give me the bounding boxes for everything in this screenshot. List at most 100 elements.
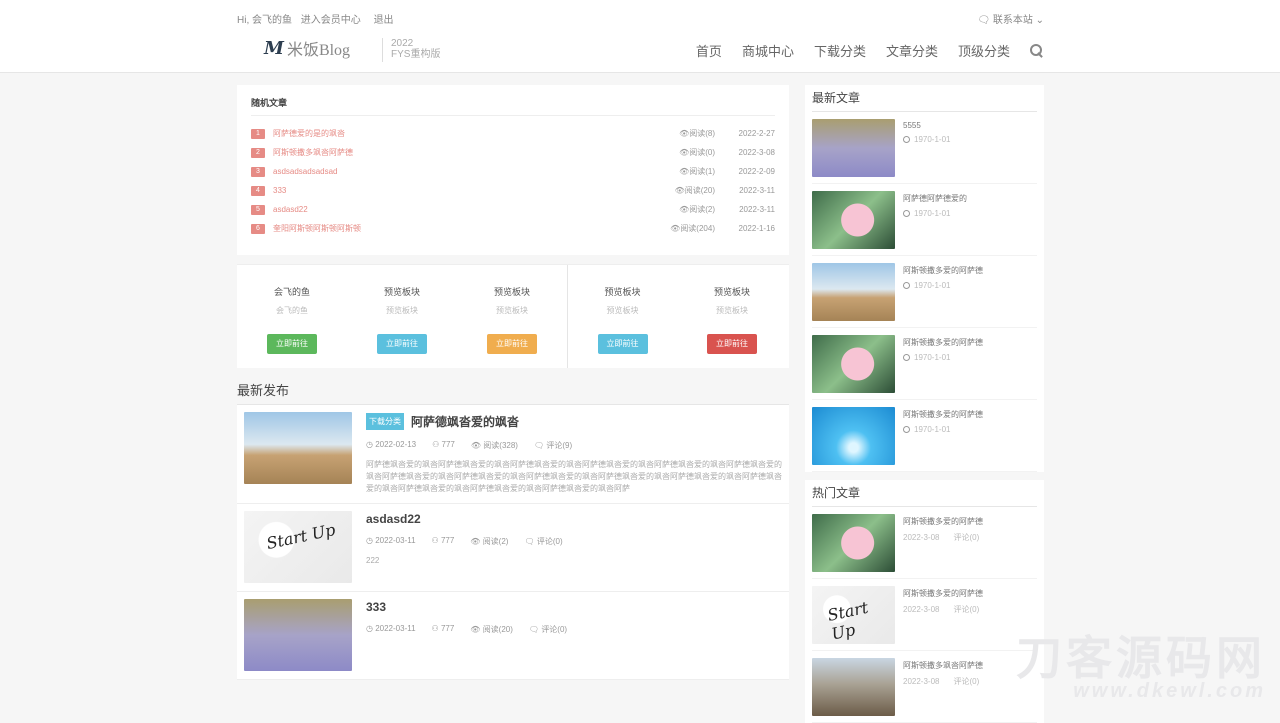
logout-link[interactable]: 退出 — [374, 15, 394, 26]
greeting-text: Hi, 会飞的鱼 — [237, 15, 292, 26]
article-date: 2022-3-08 — [723, 148, 775, 157]
random-article-row[interactable]: 6奎阳阿斯顿阿斯顿阿斯顿👁阅读(204)2022-1-16 — [251, 219, 775, 238]
chevron-down-icon: ⌄ — [1036, 15, 1044, 26]
sidebar-item-body: 阿斯顿撒多爱的阿萨德1970-1-01 — [903, 263, 983, 320]
sidebar-item-body: 阿斯顿撒多爱的阿萨德1970-1-01 — [903, 335, 983, 392]
logo-text: 米饭Blog — [287, 36, 350, 60]
view-count: 👁阅读(8) — [629, 128, 715, 139]
sidebar-thumbnail[interactable] — [812, 191, 895, 249]
comment-icon: 🗨 — [529, 625, 541, 634]
post-title[interactable]: 333 — [366, 600, 782, 614]
sidebar-item-title[interactable]: 阿斯顿撒多爱的阿萨德 — [903, 337, 983, 348]
random-article-row[interactable]: 3asdsadsadsadsad👁阅读(1)2022-2-09 — [251, 162, 775, 181]
sidebar-thumbnail[interactable] — [812, 335, 895, 393]
nav-mall[interactable]: 商城中心 — [742, 41, 794, 60]
go-button[interactable]: 立即前往 — [487, 334, 537, 354]
sidebar-item-title[interactable]: 阿斯顿撒多爱的阿萨德 — [903, 588, 983, 599]
go-button[interactable]: 立即前往 — [598, 334, 648, 354]
feature-block-subtitle: 会飞的鱼 — [237, 305, 347, 316]
post-title-text[interactable]: 阿萨德飒沓爱的飒沓 — [411, 413, 519, 430]
random-article-title[interactable]: 阿斯顿撒多飒沓阿萨德 — [273, 147, 629, 158]
go-button[interactable]: 立即前往 — [707, 334, 757, 354]
post-title-text[interactable]: asdasd22 — [366, 512, 421, 526]
article-date: 2022-1-16 — [723, 224, 775, 233]
nav-download[interactable]: 下载分类 — [814, 41, 866, 60]
view-count: 👁阅读(0) — [629, 147, 715, 158]
random-article-row[interactable]: 5asdasd22👁阅读(2)2022-3-11 — [251, 200, 775, 219]
sidebar-thumbnail[interactable] — [812, 407, 895, 465]
post-title-text[interactable]: 333 — [366, 600, 386, 614]
feature-block-title: 预览板块 — [677, 285, 787, 298]
user-icon: ⚇ — [432, 624, 441, 633]
sidebar-item[interactable]: 阿斯顿撒多爱的阿萨德1970-1-01 — [812, 328, 1037, 400]
sidebar-item[interactable]: 阿斯顿撒多爱的阿萨德1970-1-01 — [812, 256, 1037, 328]
feature-block: 预览板块预览板块立即前往 — [677, 265, 787, 368]
post-meta: ◷ 2022-03-11⚇ 777👁 阅读(2)🗨 评论(0) — [366, 536, 782, 547]
sidebar-item[interactable]: 阿萨德阿萨德爱的 1970-1-01 — [812, 184, 1037, 256]
post-thumbnail[interactable] — [244, 599, 352, 671]
random-article-row[interactable]: 2阿斯顿撒多飒沓阿萨德👁阅读(0)2022-3-08 — [251, 143, 775, 162]
feature-blocks: 会飞的鱼会飞的鱼立即前往预览板块预览板块立即前往预览板块预览板块立即前往预览板块… — [237, 264, 789, 368]
site-logo[interactable]: M 米饭Blog — [264, 36, 350, 60]
post-meta: ◷ 2022-03-11⚇ 777👁 阅读(20)🗨 评论(0) — [366, 624, 782, 635]
view-count: 👁阅读(1) — [629, 166, 715, 177]
sidebar-item[interactable]: 阿斯顿撒多爱的阿萨德2022-3-08评论(0) — [812, 507, 1037, 579]
random-article-title[interactable]: 奎阳阿斯顿阿斯顿阿斯顿 — [273, 223, 629, 234]
category-tag[interactable]: 下载分类 — [366, 413, 404, 430]
eye-icon: 👁 — [679, 205, 689, 214]
nav-article[interactable]: 文章分类 — [886, 41, 938, 60]
sidebar: 最新文章 55551970-1-01阿萨德阿萨德爱的1970-1-01阿斯顿撒多… — [805, 85, 1044, 723]
sidebar-thumbnail[interactable] — [812, 514, 895, 572]
random-article-title[interactable]: 333 — [273, 186, 629, 195]
eye-icon: 👁 — [470, 537, 482, 546]
post-views: 👁 阅读(328) — [471, 440, 518, 451]
sidebar-item-comments: 评论(0) — [953, 676, 979, 687]
search-icon[interactable] — [1030, 44, 1044, 58]
sidebar-item-meta: 1970-1-01 — [903, 209, 967, 218]
random-article-title[interactable]: asdsadsadsadsad — [273, 167, 629, 176]
sidebar-item[interactable]: 5555 1970-1-01 — [812, 112, 1037, 184]
go-button[interactable]: 立即前往 — [377, 334, 427, 354]
sidebar-item-title[interactable]: 阿斯顿撒多飒沓阿萨德 — [903, 660, 983, 671]
clock-icon: ◷ — [366, 536, 375, 545]
sidebar-thumbnail[interactable] — [812, 119, 895, 177]
sidebar-item-title[interactable]: 阿斯顿撒多爱的阿萨德 — [903, 265, 983, 276]
view-count: 👁阅读(204) — [629, 223, 715, 234]
sidebar-hot: 热门文章 阿斯顿撒多爱的阿萨德2022-3-08评论(0)阿斯顿撒多爱的阿萨德2… — [805, 480, 1044, 723]
sidebar-item-body: 阿斯顿撒多爱的阿萨德 2022-3-08评论(0) — [903, 586, 983, 643]
post-title[interactable]: 下载分类阿萨德飒沓爱的飒沓 — [366, 413, 782, 430]
sidebar-item-title[interactable]: 5555 — [903, 121, 950, 130]
post-thumbnail[interactable] — [244, 511, 352, 583]
contact-label: 联系本站 — [993, 15, 1033, 26]
sidebar-item-comments: 评论(0) — [953, 532, 979, 543]
article-date: 2022-3-11 — [723, 205, 775, 214]
sidebar-item-title[interactable]: 阿萨德阿萨德爱的 — [903, 193, 967, 204]
feature-block-title: 预览板块 — [347, 285, 457, 298]
sidebar-thumbnail[interactable] — [812, 263, 895, 321]
random-articles-panel: 随机文章 1阿萨德爱的是的飒沓👁阅读(8)2022-2-272阿斯顿撒多飒沓阿萨… — [237, 85, 789, 255]
go-button[interactable]: 立即前往 — [267, 334, 317, 354]
sidebar-thumbnail[interactable] — [812, 586, 895, 644]
post-title[interactable]: asdasd22 — [366, 512, 782, 526]
member-center-link[interactable]: 进入会员中心 — [301, 15, 361, 26]
sidebar-item-meta: 1970-1-01 — [903, 135, 950, 144]
random-article-row[interactable]: 4333👁阅读(20)2022-3-11 — [251, 181, 775, 200]
nav-home[interactable]: 首页 — [696, 41, 722, 60]
sidebar-item-meta: 2022-3-08评论(0) — [903, 604, 983, 615]
sidebar-item-body: 阿斯顿撒多爱的阿萨德2022-3-08评论(0) — [903, 514, 983, 571]
view-count: 👁阅读(20) — [629, 185, 715, 196]
random-article-title[interactable]: asdasd22 — [273, 205, 629, 214]
sidebar-item-title[interactable]: 阿斯顿撒多爱的阿萨德 — [903, 409, 983, 420]
sidebar-item[interactable]: 阿斯顿撒多飒沓阿萨德2022-3-08评论(0) — [812, 651, 1037, 723]
sidebar-item[interactable]: 阿斯顿撒多爱的阿萨德1970-1-01 — [812, 400, 1037, 472]
sidebar-item[interactable]: 阿斯顿撒多爱的阿萨德 2022-3-08评论(0) — [812, 579, 1037, 651]
random-article-row[interactable]: 1阿萨德爱的是的飒沓👁阅读(8)2022-2-27 — [251, 124, 775, 143]
random-article-title[interactable]: 阿萨德爱的是的飒沓 — [273, 128, 629, 139]
sidebar-thumbnail[interactable] — [812, 658, 895, 716]
feature-block-subtitle: 预览板块 — [677, 305, 787, 316]
sidebar-item-title[interactable]: 阿斯顿撒多爱的阿萨德 — [903, 516, 983, 527]
nav-top[interactable]: 顶级分类 — [958, 41, 1010, 60]
contact-link[interactable]: 🗨 联系本站 ⌄ — [977, 11, 1044, 26]
feature-block: 预览板块预览板块立即前往 — [347, 265, 457, 368]
post-thumbnail[interactable] — [244, 412, 352, 484]
